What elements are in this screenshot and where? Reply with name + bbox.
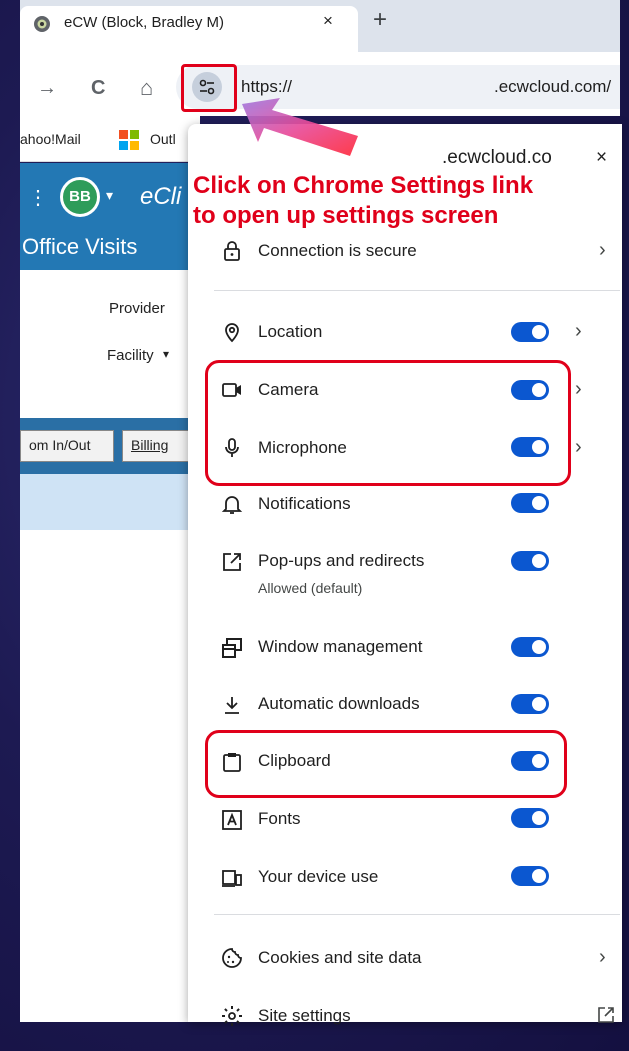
url-prefix: https:// bbox=[241, 77, 293, 96]
bookmark-yahoo-mail[interactable]: ahoo!Mail bbox=[20, 131, 81, 147]
avatar[interactable]: BB bbox=[60, 177, 100, 217]
location-pin-icon bbox=[225, 323, 239, 343]
cookies-label: Cookies and site data bbox=[258, 948, 422, 967]
tab-title: eCW (Block, Bradley M) bbox=[64, 14, 225, 31]
divider bbox=[214, 914, 620, 915]
chevron-right-icon[interactable]: › bbox=[575, 436, 582, 459]
ecw-app-name: eCli bbox=[140, 183, 182, 210]
location-toggle[interactable] bbox=[511, 322, 549, 342]
room-in-out-button[interactable]: om In/Out bbox=[20, 430, 114, 462]
provider-label: Provider bbox=[109, 300, 165, 317]
popups-label: Pop-ups and redirects bbox=[258, 551, 425, 570]
automatic-downloads-toggle[interactable] bbox=[511, 694, 549, 714]
bell-icon bbox=[221, 496, 243, 514]
annotation-text: Click on Chrome Settings link to open up… bbox=[193, 171, 533, 231]
download-icon bbox=[225, 697, 239, 714]
divider bbox=[214, 290, 620, 291]
cookie-icon bbox=[222, 948, 242, 968]
chevron-right-icon: › bbox=[599, 239, 606, 261]
chevron-right-icon: › bbox=[599, 946, 606, 968]
facility-label[interactable]: Facility bbox=[107, 347, 154, 364]
annotation-line-2: to open up settings screen bbox=[193, 202, 499, 229]
window-management-label: Window management bbox=[258, 637, 423, 656]
site-settings-label: Site settings bbox=[258, 1006, 351, 1025]
gear-icon bbox=[222, 1006, 242, 1026]
chevron-right-icon[interactable]: › bbox=[575, 320, 582, 343]
facility-dropdown-icon[interactable]: ▾ bbox=[163, 347, 169, 361]
home-icon[interactable]: ⌂ bbox=[140, 75, 153, 101]
fonts-toggle[interactable] bbox=[511, 808, 549, 828]
lock-icon bbox=[224, 241, 240, 261]
fonts-icon bbox=[222, 810, 242, 830]
ecw-form-area bbox=[20, 270, 200, 390]
annotation-line-1: Click on Chrome Settings link bbox=[193, 172, 534, 199]
annotation-arrow-icon bbox=[242, 98, 358, 156]
reload-icon[interactable]: C bbox=[91, 77, 105, 100]
popups-sublabel: Allowed (default) bbox=[258, 580, 363, 596]
page-title: Office Visits bbox=[22, 234, 138, 259]
menu-icon[interactable]: ⋮ bbox=[28, 185, 48, 210]
window-management-icon bbox=[222, 638, 242, 658]
microsoft-logo-icon bbox=[119, 130, 139, 150]
fonts-label: Fonts bbox=[258, 809, 301, 828]
connection-label: Connection is secure bbox=[258, 241, 417, 260]
open-in-new-icon bbox=[223, 553, 241, 571]
notifications-label: Notifications bbox=[258, 494, 351, 513]
popup-close-icon[interactable]: × bbox=[596, 147, 607, 169]
ecw-favicon-icon bbox=[34, 16, 50, 32]
notifications-toggle[interactable] bbox=[511, 493, 549, 513]
popups-toggle[interactable] bbox=[511, 551, 549, 571]
device-use-toggle[interactable] bbox=[511, 866, 549, 886]
location-label: Location bbox=[258, 322, 323, 341]
site-info-highlight-box bbox=[181, 64, 237, 112]
url-domain: .ecwcloud.com/ bbox=[494, 77, 612, 96]
tab-close-icon[interactable]: × bbox=[323, 11, 333, 31]
new-tab-button[interactable]: + bbox=[373, 6, 387, 34]
chevron-right-icon[interactable]: › bbox=[575, 378, 582, 401]
forward-icon[interactable]: → bbox=[37, 77, 57, 100]
clipboard-highlight-box bbox=[205, 730, 567, 798]
automatic-downloads-label: Automatic downloads bbox=[258, 694, 420, 713]
camera-microphone-highlight-box bbox=[205, 360, 571, 486]
device-use-icon bbox=[222, 870, 242, 887]
popup-domain: .ecwcloud.co bbox=[442, 147, 552, 168]
device-use-label: Your device use bbox=[258, 867, 379, 886]
ecw-list-area bbox=[20, 530, 200, 1022]
ecw-list-header bbox=[20, 474, 200, 530]
avatar-dropdown-icon[interactable]: ▾ bbox=[106, 187, 113, 204]
external-link-icon bbox=[598, 1007, 614, 1023]
window-management-toggle[interactable] bbox=[511, 637, 549, 657]
bookmark-outlook[interactable]: Outl bbox=[150, 131, 176, 147]
